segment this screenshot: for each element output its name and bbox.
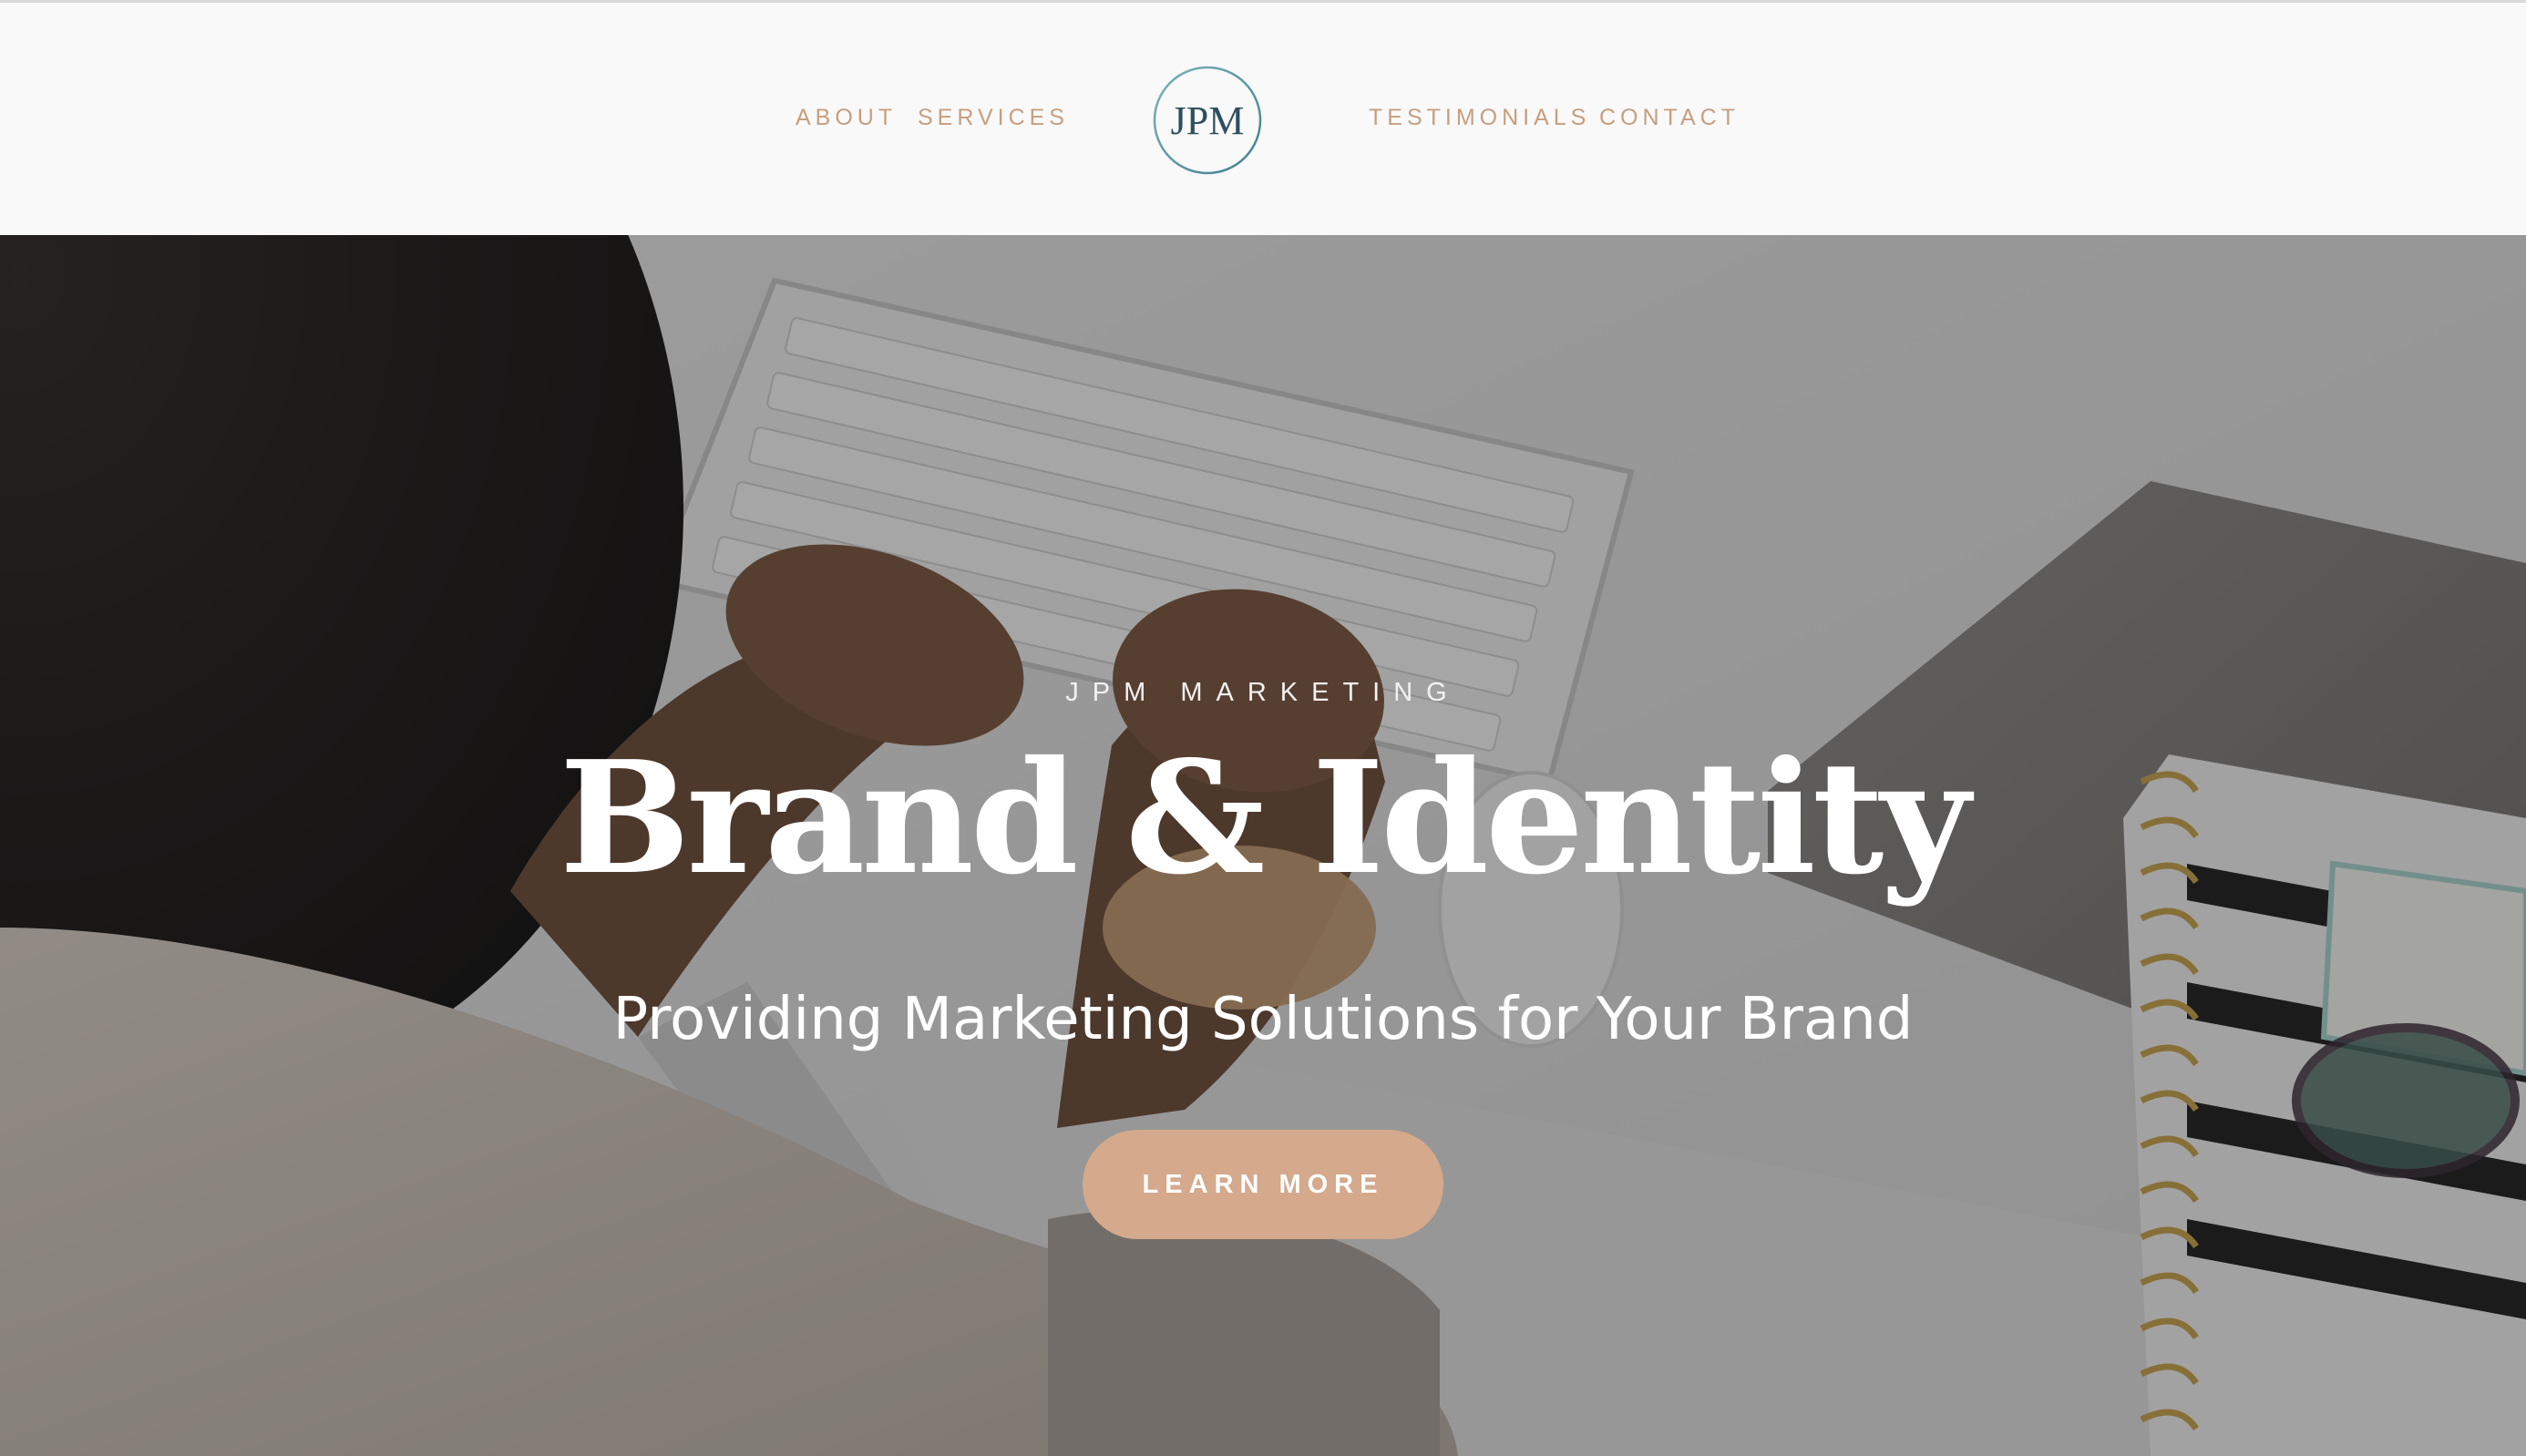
hero-eyebrow: JPM MARKETING <box>1065 678 1461 707</box>
site-logo[interactable]: JPM <box>1152 65 1263 176</box>
jpm-logo-icon: JPM <box>1153 66 1262 175</box>
hero-subheadline: Providing Marketing Solutions for Your B… <box>612 986 1914 1053</box>
nav-link-contact[interactable]: CONTACT <box>1599 105 1740 131</box>
site-header: ABOUT SERVICES JPM TESTIMONIALS CONTACT <box>0 0 2526 235</box>
nav-link-about[interactable]: ABOUT <box>796 105 897 131</box>
logo-text: JPM <box>1171 98 1245 143</box>
hero-headline: Brand & Identity <box>559 727 1970 909</box>
nav-link-services[interactable]: SERVICES <box>918 105 1069 131</box>
hero-section: JPM MARKETING Brand & Identity Providing… <box>0 235 2526 1456</box>
page: ABOUT SERVICES JPM TESTIMONIALS CONTACT <box>0 0 2526 1456</box>
nav-link-testimonials[interactable]: TESTIMONIALS <box>1369 105 1590 131</box>
learn-more-button[interactable]: LEARN MORE <box>1083 1130 1443 1239</box>
